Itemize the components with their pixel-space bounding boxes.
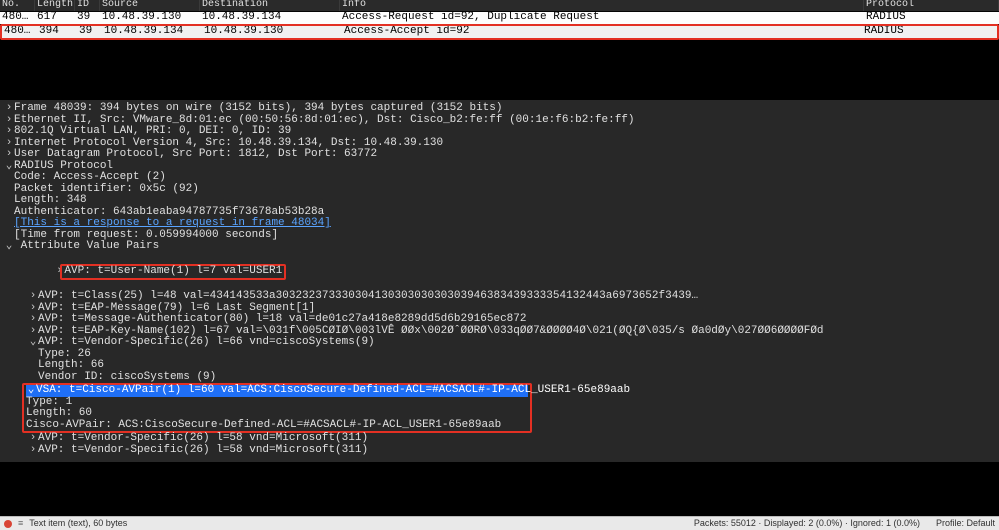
chevron-down-icon: ⌄	[26, 385, 36, 397]
packet-details: ›Frame 48039: 394 bytes on wire (3152 bi…	[0, 100, 999, 462]
cell-id: 39	[77, 26, 102, 38]
packet-list-rows: 480… 617 39 10.48.39.130 10.48.39.134 Ac…	[0, 12, 999, 40]
chevron-right-icon: ›	[4, 126, 14, 138]
tree-item[interactable]: ›AVP: t=User-Name(1) l=7 val=USER1	[0, 253, 999, 292]
tree-leaf[interactable]: Packet identifier: 0x5c (92)	[0, 184, 999, 196]
status-bar: ≡ Text item (text), 60 bytes Packets: 55…	[0, 516, 999, 530]
tree-item[interactable]: ⌄AVP: t=Vendor-Specific(26) l=66 vnd=cis…	[0, 337, 999, 349]
col-header-info[interactable]: Info	[340, 0, 864, 11]
col-header-protocol[interactable]: Protocol	[864, 0, 999, 11]
tree-item-selected[interactable]: ⌄VSA: t=Cisco-AVPair(1) l=60 val=ACS:Cis…	[26, 385, 528, 397]
text-item-icon: ≡	[18, 519, 23, 528]
col-header-length[interactable]: Length	[35, 0, 75, 11]
cell-no: 480…	[0, 12, 35, 24]
tree-item[interactable]: ›AVP: t=Vendor-Specific(26) l=58 vnd=Mic…	[0, 445, 999, 457]
packet-row[interactable]: 480… 617 39 10.48.39.130 10.48.39.134 Ac…	[0, 12, 999, 24]
chevron-down-icon: ⌄	[4, 241, 14, 253]
chevron-right-icon: ›	[28, 314, 38, 326]
cell-info: Access-Accept id=92	[342, 26, 862, 38]
status-profile[interactable]: Profile: Default	[936, 519, 995, 528]
chevron-right-icon: ›	[28, 445, 38, 457]
pane-gap	[0, 40, 999, 100]
tree-leaf[interactable]: Cisco-AVPair: ACS:CiscoSecure-Defined-AC…	[26, 420, 528, 432]
status-packets: Packets: 55012 · Displayed: 2 (0.0%) · I…	[694, 519, 920, 528]
tree-leaf[interactable]: Length: 60	[26, 408, 528, 420]
tree-leaf[interactable]: Length: 348	[0, 195, 999, 207]
col-header-source[interactable]: Source	[100, 0, 200, 11]
chevron-down-icon: ⌄	[28, 337, 38, 349]
col-header-id[interactable]: ID	[75, 0, 100, 11]
cell-id: 39	[75, 12, 100, 24]
tree-leaf[interactable]: Vendor ID: ciscoSystems (9)	[0, 372, 999, 384]
chevron-right-icon: ›	[28, 433, 38, 445]
tree-leaf[interactable]: Code: Access-Accept (2)	[0, 172, 999, 184]
status-left: Text item (text), 60 bytes	[29, 519, 127, 528]
cell-source: 10.48.39.134	[102, 26, 202, 38]
cell-length: 617	[35, 12, 75, 24]
col-header-no[interactable]: No.	[0, 0, 35, 11]
cell-info: Access-Request id=92, Duplicate Request	[340, 12, 864, 24]
tree-item[interactable]: ›User Datagram Protocol, Src Port: 1812,…	[0, 149, 999, 161]
tree-leaf[interactable]: Type: 26	[0, 349, 999, 361]
tree-link[interactable]: [This is a response to a request in fram…	[0, 218, 999, 230]
highlight-box: ⌄VSA: t=Cisco-AVPair(1) l=60 val=ACS:Cis…	[22, 383, 532, 433]
cell-protocol: RADIUS	[864, 12, 999, 24]
cell-source: 10.48.39.130	[100, 12, 200, 24]
packet-row[interactable]: 480… 394 39 10.48.39.134 10.48.39.130 Ac…	[2, 26, 997, 38]
cell-destination: 10.48.39.134	[200, 12, 340, 24]
packet-list-header: No. Length ID Source Destination Info Pr…	[0, 0, 999, 12]
expert-info-icon[interactable]	[4, 520, 12, 528]
chevron-right-icon: ›	[4, 103, 14, 115]
chevron-right-icon: ›	[28, 291, 38, 303]
tree-leaf[interactable]: Type: 1	[26, 397, 528, 409]
tree-item[interactable]: ⌄ Attribute Value Pairs	[0, 241, 999, 253]
cell-length: 394	[37, 26, 77, 38]
col-header-destination[interactable]: Destination	[200, 0, 340, 11]
chevron-right-icon: ›	[4, 149, 14, 161]
cell-protocol: RADIUS	[862, 26, 997, 38]
cell-no: 480…	[2, 26, 37, 38]
cell-destination: 10.48.39.130	[202, 26, 342, 38]
chevron-down-icon: ⌄	[4, 161, 14, 173]
